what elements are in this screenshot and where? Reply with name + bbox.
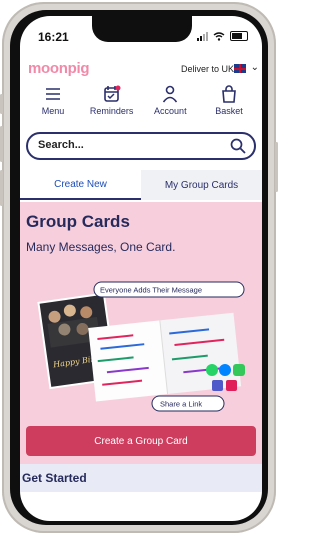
nav-label-reminders: Reminders [89,106,134,116]
nav-label-account: Account [154,106,187,116]
status-bar: 16:21 [20,16,262,56]
deliver-to-label[interactable]: Deliver to UK [181,64,234,74]
tab-my-group-cards[interactable]: My Group Cards [141,170,262,200]
badge-everyone-adds: Everyone Adds Their Message [100,286,202,295]
brand-bar: moonpig Deliver to UK ⌄ [20,58,262,84]
whatsapp-icon [206,364,218,376]
get-started-section: Get Started [20,464,262,492]
teams-icon [212,380,223,391]
get-started-heading: Get Started [22,471,87,485]
page-title: Group Cards [26,212,130,231]
status-icons [197,31,248,41]
hero-subtitle: Many Messages, One Card. [26,240,176,254]
group-cards-hero: Group Cards Many Messages, One Card. Hap… [20,202,262,464]
calendar-icon [103,84,121,104]
messages-icon [233,364,245,376]
wifi-icon [213,31,225,41]
tab-create-new[interactable]: Create New [20,170,141,200]
phone-side-button [0,94,3,114]
nav-label-basket: Basket [215,106,243,116]
nav-item-menu[interactable]: Menu [26,84,80,128]
search-input[interactable]: Search... [38,139,84,151]
messenger-icon [219,364,231,376]
moonpig-logo[interactable]: moonpig [28,60,90,77]
slack-icon [226,380,237,391]
battery-icon [230,31,248,41]
create-group-card-button[interactable]: Create a Group Card [26,426,256,456]
nav-item-account[interactable]: Account [143,84,197,128]
search-icon[interactable] [230,138,246,158]
phone-volume-up [0,126,3,162]
phone-power-button [275,142,278,192]
badge-share-link: Share a Link [160,400,202,409]
status-time: 16:21 [38,30,69,44]
menu-icon [45,84,61,104]
search-bar[interactable]: Search... [26,132,256,160]
nav-item-reminders[interactable]: Reminders [85,84,139,128]
phone-volume-down [0,170,3,206]
app-screen: 16:21 moonpig Deliver to UK ⌄ Menu Remin… [20,16,262,521]
nav-label-menu: Menu [41,106,65,116]
uk-flag-icon [234,64,246,73]
account-icon [162,84,178,104]
nav-item-basket[interactable]: Basket [202,84,256,128]
basket-icon [221,84,237,104]
main-nav: Menu Reminders Account Basket [20,84,262,128]
group-card-tabs: Create New My Group Cards [20,170,262,200]
chevron-down-icon[interactable]: ⌄ [251,62,259,73]
signal-icon [197,31,208,41]
group-card-illustration: Happy Birthday Everyone Adds Their Messa… [37,281,245,412]
